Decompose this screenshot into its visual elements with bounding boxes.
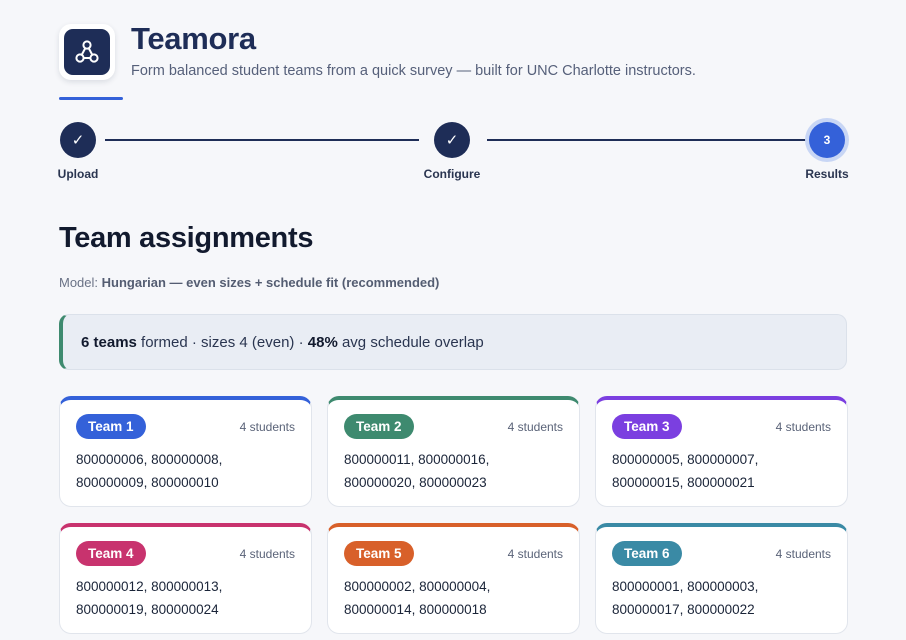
model-info: Model: Hungarian — even sizes + schedule… bbox=[59, 275, 439, 290]
step-connector bbox=[105, 139, 419, 141]
step-results: 3 Results bbox=[787, 122, 867, 181]
check-icon: ✓ bbox=[60, 122, 96, 158]
step-connector bbox=[487, 139, 807, 141]
overlap-value: 48% bbox=[307, 333, 338, 351]
team-card: Team 5 4 students 800000002, 800000004, … bbox=[327, 523, 580, 634]
summary-overlap-text: avg schedule overlap bbox=[337, 333, 484, 351]
team-name-badge: Team 3 bbox=[612, 414, 682, 439]
brand-block: Teamora Form balanced student teams from… bbox=[131, 21, 696, 80]
check-icon: ✓ bbox=[434, 122, 470, 158]
team-name-badge: Team 5 bbox=[344, 541, 414, 566]
results-summary-banner: 6 teams formed · sizes 4 (even) · 48% av… bbox=[59, 314, 847, 370]
team-student-count: 4 students bbox=[507, 419, 563, 434]
app-tagline: Form balanced student teams from a quick… bbox=[131, 63, 696, 79]
progress-stepper: ✓ Upload ✓ Configure 3 Results bbox=[58, 122, 849, 184]
app-header: Teamora Form balanced student teams from… bbox=[59, 21, 696, 80]
team-members: 800000002, 800000004, 800000014, 8000000… bbox=[344, 579, 491, 617]
team-student-count: 4 students bbox=[775, 419, 831, 434]
step-label: Results bbox=[805, 167, 849, 181]
team-name-badge: Team 6 bbox=[612, 541, 682, 566]
team-student-count: 4 students bbox=[239, 419, 295, 434]
step-number-badge: 3 bbox=[809, 122, 845, 158]
team-card: Team 3 4 students 800000005, 800000007, … bbox=[595, 396, 848, 507]
step-label: Upload bbox=[57, 167, 99, 181]
team-card: Team 2 4 students 800000011, 800000016, … bbox=[327, 396, 580, 507]
team-card: Team 4 4 students 800000012, 800000013, … bbox=[59, 523, 312, 634]
team-members: 800000011, 800000016, 800000020, 8000000… bbox=[344, 452, 490, 490]
summary-formed-text: formed · sizes 4 (even) · bbox=[136, 333, 308, 351]
header-accent-divider bbox=[59, 97, 123, 100]
step-label: Configure bbox=[423, 167, 481, 181]
team-members: 800000001, 800000003, 800000017, 8000000… bbox=[612, 579, 759, 617]
page-title: Team assignments bbox=[59, 222, 314, 254]
team-members: 800000006, 800000008, 800000009, 8000000… bbox=[76, 452, 223, 490]
teams-count: 6 teams bbox=[81, 333, 137, 351]
app-logo bbox=[59, 24, 115, 80]
team-network-icon bbox=[64, 29, 110, 75]
app-title: Teamora bbox=[131, 21, 256, 56]
team-student-count: 4 students bbox=[775, 546, 831, 561]
team-student-count: 4 students bbox=[507, 546, 563, 561]
model-name: Hungarian — even sizes + schedule fit (r… bbox=[101, 275, 440, 290]
team-name-badge: Team 4 bbox=[76, 541, 146, 566]
team-student-count: 4 students bbox=[239, 546, 295, 561]
team-name-badge: Team 1 bbox=[76, 414, 146, 439]
team-card: Team 1 4 students 800000006, 800000008, … bbox=[59, 396, 312, 507]
team-cards-grid: Team 1 4 students 800000006, 800000008, … bbox=[59, 396, 848, 634]
step-configure[interactable]: ✓ Configure bbox=[412, 122, 492, 181]
team-members: 800000012, 800000013, 800000019, 8000000… bbox=[76, 579, 223, 617]
team-name-badge: Team 2 bbox=[344, 414, 414, 439]
team-card: Team 6 4 students 800000001, 800000003, … bbox=[595, 523, 848, 634]
step-upload[interactable]: ✓ Upload bbox=[38, 122, 118, 181]
team-members: 800000005, 800000007, 800000015, 8000000… bbox=[612, 452, 759, 490]
model-prefix: Model: bbox=[59, 275, 99, 290]
